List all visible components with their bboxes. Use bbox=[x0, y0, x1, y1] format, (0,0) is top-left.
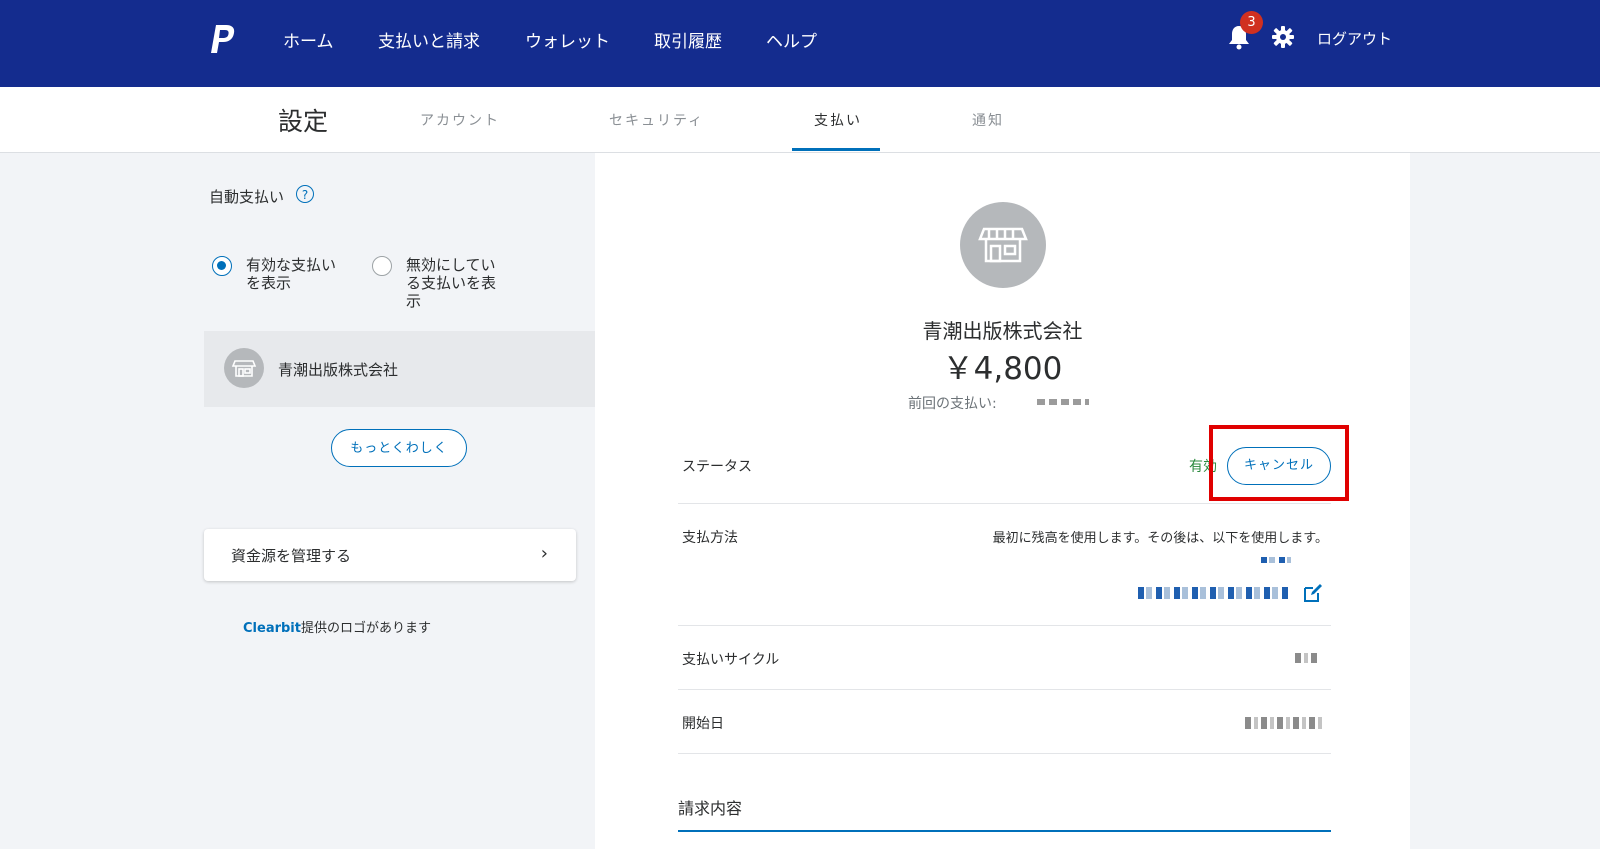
status-label: ステータス bbox=[682, 459, 752, 475]
radio-inactive-label[interactable]: 無効にしてい る支払いを表 示 bbox=[406, 256, 496, 310]
divider bbox=[678, 753, 1331, 754]
top-navigation: ホーム 支払いと請求 ウォレット 取引履歴 ヘルプ 3 ログアウト bbox=[0, 0, 1600, 87]
paypal-logo-icon[interactable] bbox=[210, 23, 238, 55]
clearbit-link[interactable]: Clearbit bbox=[243, 621, 301, 636]
payment-detail-panel: 青潮出版株式会社 ￥4,800 前回の支払い: ステータス 有効 キャンセル 支… bbox=[595, 153, 1410, 849]
radio-inactive-label-line1: 無効にしてい bbox=[406, 256, 496, 274]
edit-icon[interactable] bbox=[1303, 583, 1323, 603]
logout-link[interactable]: ログアウト bbox=[1317, 28, 1392, 49]
radio-active-label-line1: 有効な支払い bbox=[246, 256, 337, 274]
automatic-payments-label: 自動支払い bbox=[209, 188, 285, 206]
radio-active-payments[interactable] bbox=[212, 256, 232, 276]
status-value: 有効 bbox=[1189, 459, 1217, 475]
manage-funding-sources-button[interactable]: 資金源を管理する › bbox=[204, 529, 576, 581]
billing-details-underline bbox=[678, 830, 1331, 832]
tab-account[interactable]: アカウント bbox=[420, 110, 500, 130]
funding-source-redacted-short bbox=[1261, 557, 1291, 563]
help-icon[interactable]: ? bbox=[296, 185, 314, 203]
page-title: 設定 bbox=[278, 107, 329, 136]
billing-details-heading: 請求内容 bbox=[678, 799, 743, 818]
manage-funding-sources-label: 資金源を管理する bbox=[231, 547, 352, 565]
payment-method-description: 最初に残高を使用します。その後は、以下を使用します。 bbox=[992, 531, 1328, 546]
radio-active-label-line2: を表示 bbox=[246, 274, 292, 292]
payment-cycle-label: 支払いサイクル bbox=[682, 652, 780, 668]
radio-active-label[interactable]: 有効な支払い を表示 bbox=[246, 256, 336, 292]
radio-inactive-label-line3: 示 bbox=[406, 292, 422, 310]
payment-method-label: 支払方法 bbox=[682, 530, 738, 546]
payment-amount: ￥4,800 bbox=[942, 351, 1063, 387]
tab-security[interactable]: セキュリティ bbox=[609, 110, 704, 130]
divider bbox=[678, 625, 1331, 626]
start-date-label: 開始日 bbox=[682, 716, 724, 732]
last-payment-label: 前回の支払い: bbox=[908, 396, 997, 412]
active-tab-indicator bbox=[792, 148, 880, 151]
radio-inactive-payments[interactable] bbox=[372, 256, 392, 276]
notification-badge: 3 bbox=[1240, 11, 1263, 34]
cancel-button[interactable]: キャンセル bbox=[1227, 447, 1331, 485]
nav-home[interactable]: ホーム bbox=[283, 27, 334, 52]
nav-wallet[interactable]: ウォレット bbox=[525, 27, 610, 52]
divider bbox=[678, 689, 1331, 690]
nav-help[interactable]: ヘルプ bbox=[766, 27, 817, 52]
merchant-list-item[interactable]: 青潮出版株式会社 bbox=[204, 331, 618, 407]
nav-payments-billing[interactable]: 支払いと請求 bbox=[378, 27, 480, 52]
gear-icon[interactable] bbox=[1272, 26, 1294, 48]
clearbit-text: 提供のロゴがあります bbox=[300, 621, 431, 636]
tab-payments[interactable]: 支払い bbox=[814, 110, 862, 130]
nav-activity[interactable]: 取引履歴 bbox=[654, 27, 722, 52]
payment-cycle-redacted bbox=[1295, 653, 1317, 663]
store-icon-large bbox=[960, 202, 1046, 288]
merchant-name: 青潮出版株式会社 bbox=[922, 319, 1083, 343]
divider bbox=[678, 503, 1331, 504]
learn-more-button[interactable]: もっとくわしく bbox=[331, 429, 467, 467]
settings-tab-bar: 設定 アカウント セキュリティ 支払い 通知 bbox=[0, 87, 1600, 153]
chevron-right-icon: › bbox=[540, 543, 548, 564]
clearbit-attribution: Clearbit提供のロゴがあります bbox=[243, 617, 431, 636]
merchant-list-item-label: 青潮出版株式会社 bbox=[278, 361, 399, 379]
funding-source-redacted bbox=[1138, 587, 1290, 599]
radio-inactive-label-line2: る支払いを表 bbox=[406, 274, 497, 292]
start-date-redacted bbox=[1245, 717, 1325, 729]
last-payment-value-redacted bbox=[1037, 399, 1089, 405]
tab-notifications[interactable]: 通知 bbox=[972, 110, 1004, 130]
store-icon bbox=[224, 348, 264, 388]
